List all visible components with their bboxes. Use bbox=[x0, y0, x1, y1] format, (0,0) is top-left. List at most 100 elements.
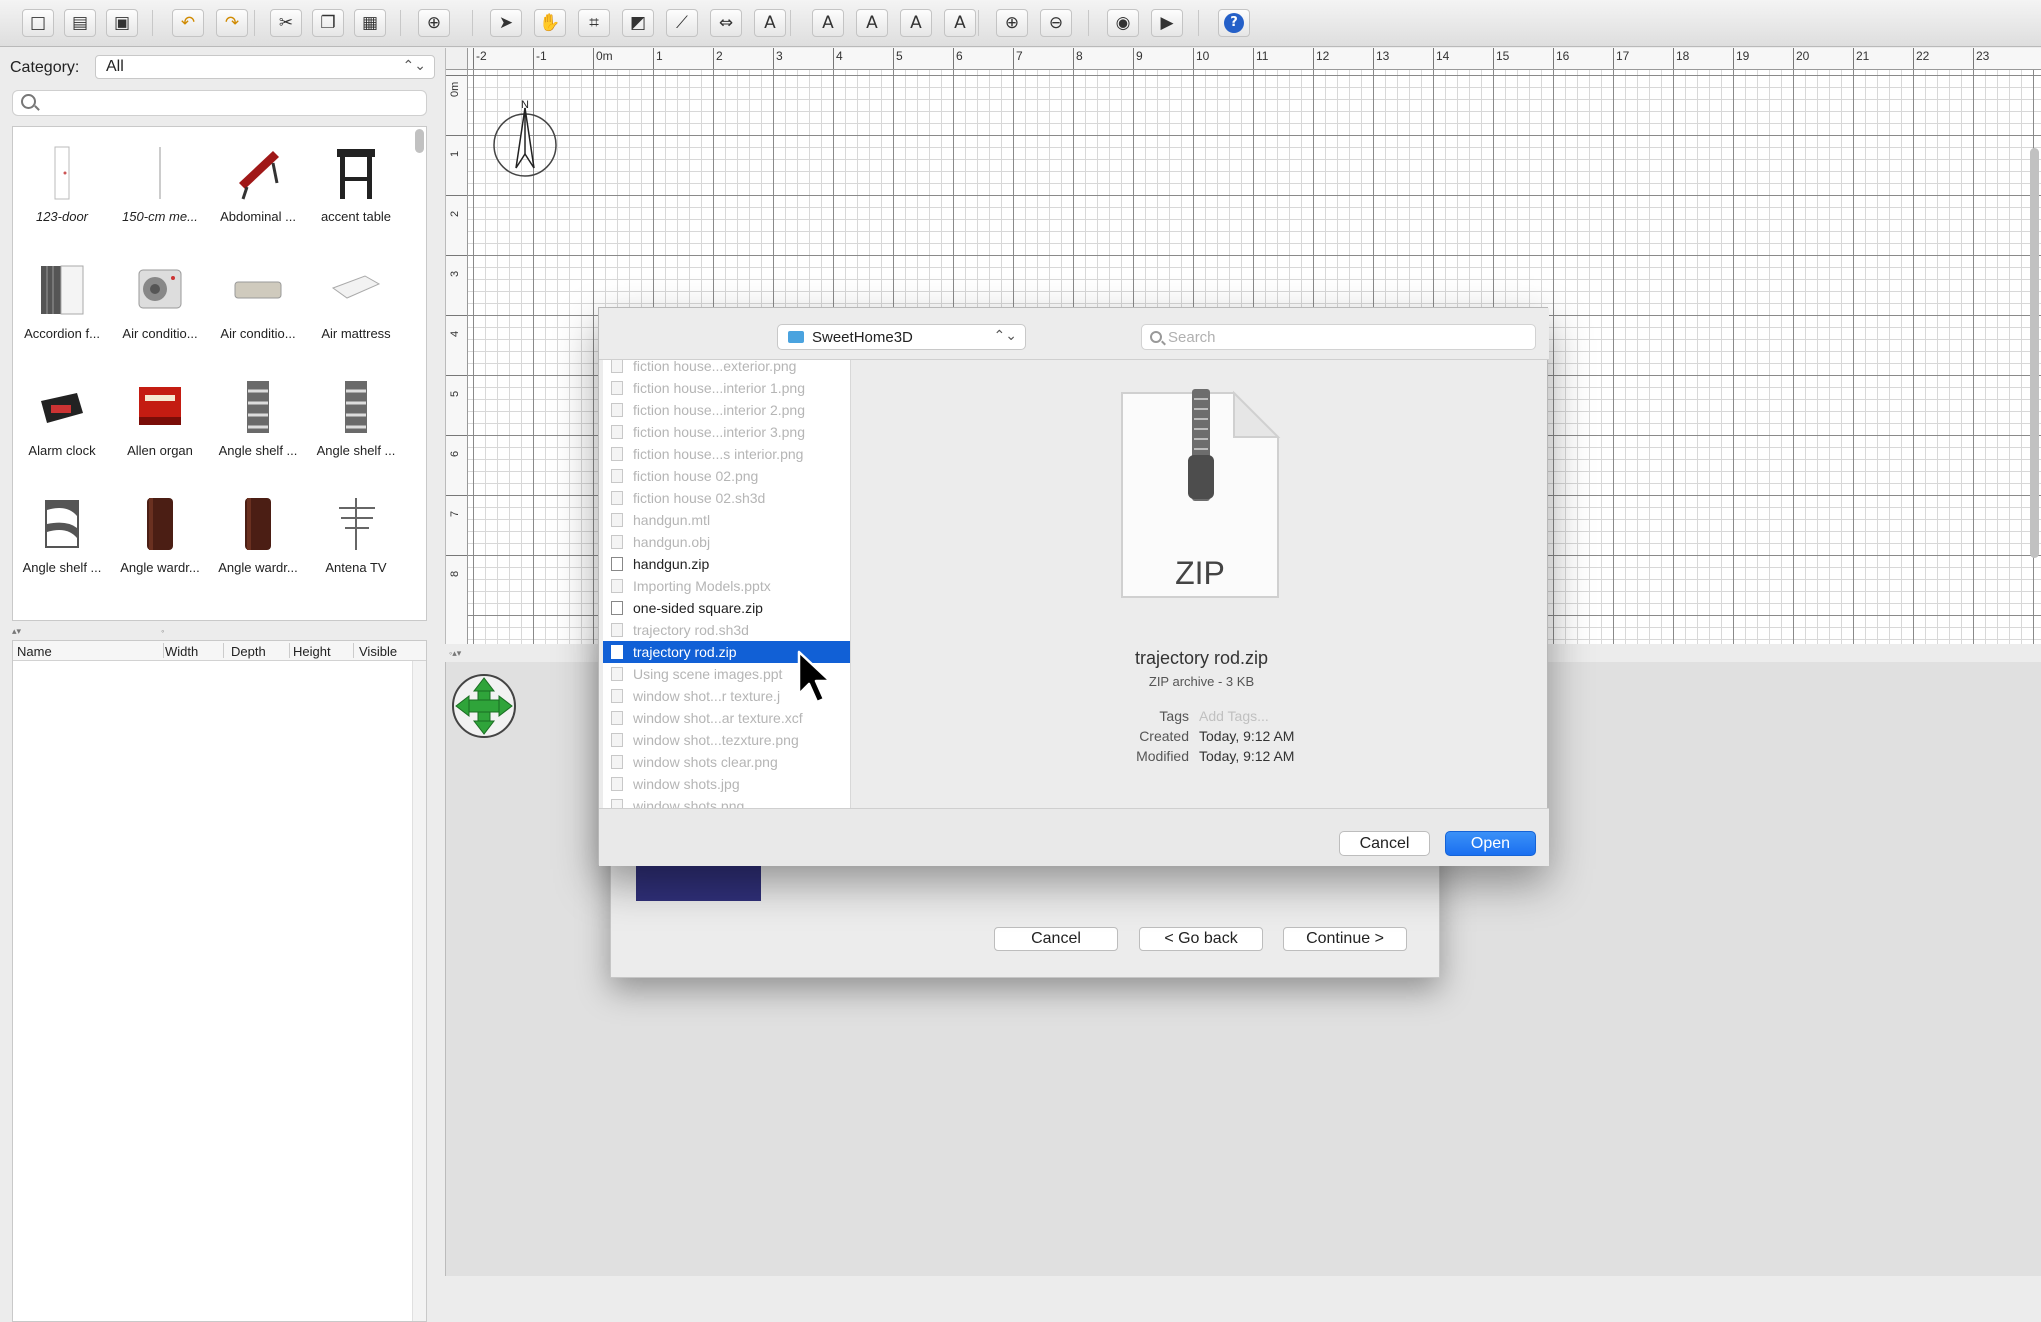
ruler-tick bbox=[1673, 48, 1674, 69]
catalog-item[interactable]: Air conditio... bbox=[209, 252, 307, 364]
create-video-button[interactable]: ▶ bbox=[1151, 9, 1183, 37]
ruler-corner bbox=[446, 48, 468, 70]
catalog-item[interactable]: Antena TV bbox=[307, 486, 405, 598]
pan-mode-icon: ✋ bbox=[539, 13, 561, 33]
folder-icon bbox=[788, 331, 804, 343]
furniture-table-scrollbar[interactable] bbox=[412, 661, 426, 1321]
open-button[interactable]: Open bbox=[1445, 831, 1536, 856]
catalog-item[interactable]: Angle shelf ... bbox=[209, 369, 307, 481]
wizard-back-button[interactable]: < Go back bbox=[1139, 927, 1263, 951]
copy-button[interactable]: ❐ bbox=[312, 9, 344, 37]
dialog-search-input[interactable]: Search bbox=[1141, 324, 1536, 350]
save-button[interactable]: ▣ bbox=[106, 9, 138, 37]
panel-splitter[interactable]: ▴▾ ◦ bbox=[12, 626, 427, 636]
column-name[interactable]: Name bbox=[17, 644, 52, 659]
catalog-item[interactable]: Angle wardr... bbox=[209, 486, 307, 598]
3d-navigation-arrows[interactable] bbox=[450, 672, 518, 740]
ruler-label: 4 bbox=[836, 49, 843, 63]
location-popup[interactable]: SweetHome3D ⌃⌄ bbox=[777, 324, 1026, 350]
furniture-table: Name Width Depth Height Visible bbox=[12, 640, 427, 1322]
wizard-continue-button[interactable]: Continue > bbox=[1283, 927, 1407, 951]
plan-scrollbar[interactable] bbox=[2030, 148, 2039, 558]
catalog-item[interactable]: Angle shelf ... bbox=[307, 369, 405, 481]
file-row[interactable]: one-sided square.zip bbox=[603, 597, 850, 619]
help-icon: ? bbox=[1224, 13, 1244, 33]
file-icon bbox=[611, 425, 623, 439]
file-row: trajectory rod.sh3d bbox=[603, 619, 850, 641]
pan-mode-button[interactable]: ✋ bbox=[534, 9, 566, 37]
create-walls-button[interactable]: ⌗ bbox=[578, 9, 610, 37]
file-row[interactable]: handgun.zip bbox=[603, 553, 850, 575]
create-polylines-icon: ⟋ bbox=[676, 13, 688, 33]
file-icon bbox=[611, 557, 623, 571]
open-button[interactable]: ▤ bbox=[64, 9, 96, 37]
category-select[interactable]: All ⌃⌄ bbox=[95, 55, 435, 79]
column-height[interactable]: Height bbox=[293, 644, 331, 659]
cancel-button[interactable]: Cancel bbox=[1339, 831, 1430, 856]
file-icon bbox=[611, 360, 623, 373]
create-polylines-button[interactable]: ⟋ bbox=[666, 9, 698, 37]
meter-icon bbox=[135, 143, 185, 203]
column-depth[interactable]: Depth bbox=[231, 644, 266, 659]
catalog-item[interactable]: Air mattress bbox=[307, 252, 405, 364]
file-icon bbox=[611, 733, 623, 747]
ruler-tick bbox=[1493, 48, 1494, 69]
ruler-tick bbox=[1853, 48, 1854, 69]
catalog-item[interactable]: Accordion f... bbox=[13, 252, 111, 364]
create-photo-button[interactable]: ◉ bbox=[1107, 9, 1139, 37]
catalog-search-input[interactable] bbox=[12, 90, 427, 116]
ruler-tick bbox=[1013, 48, 1014, 69]
create-rooms-button[interactable]: ◩ bbox=[622, 9, 654, 37]
undo-button[interactable]: ↶ bbox=[172, 9, 204, 37]
column-width[interactable]: Width bbox=[165, 644, 198, 659]
file-name: fiction house...interior 3.png bbox=[633, 424, 805, 440]
help-button[interactable]: ? bbox=[1218, 9, 1250, 37]
ruler-tick bbox=[446, 135, 467, 136]
catalog-item[interactable]: accent table bbox=[307, 135, 405, 247]
bench-icon bbox=[233, 143, 283, 203]
paste-button[interactable]: ▦ bbox=[354, 9, 386, 37]
open-icon: ▤ bbox=[71, 13, 89, 33]
tags-input[interactable]: Add Tags... bbox=[1199, 708, 1269, 724]
splitter-arrows-icon: ◦▴▾ bbox=[449, 648, 462, 658]
bold-text-button[interactable]: A bbox=[900, 9, 932, 37]
increase-text-size-button[interactable]: A bbox=[812, 9, 844, 37]
select-mode-button[interactable]: ➤ bbox=[490, 9, 522, 37]
new-home-button[interactable]: □ bbox=[22, 9, 54, 37]
ruler-label: 19 bbox=[1736, 49, 1750, 63]
catalog-item[interactable]: Angle wardr... bbox=[111, 486, 209, 598]
catalog-scrollbar[interactable] bbox=[415, 129, 424, 153]
add-text-button[interactable]: A bbox=[754, 9, 786, 37]
catalog-item[interactable]: Alarm clock bbox=[13, 369, 111, 481]
paste-icon: ▦ bbox=[361, 13, 379, 33]
redo-button[interactable]: ↷ bbox=[216, 9, 248, 37]
file-list: fiction house...exterior.png fiction hous… bbox=[603, 360, 851, 808]
compass-rose[interactable]: N bbox=[492, 100, 558, 180]
ruler-label: 22 bbox=[1916, 49, 1930, 63]
compass-north-label: N bbox=[521, 100, 529, 111]
zoom-in-button[interactable]: ⊕ bbox=[996, 9, 1028, 37]
file-name: handgun.mtl bbox=[633, 512, 711, 528]
modified-key: Modified bbox=[1136, 748, 1189, 764]
catalog-item[interactable]: Allen organ bbox=[111, 369, 209, 481]
italic-text-button[interactable]: A bbox=[944, 9, 976, 37]
file-preview: ZIP trajectory rod.zip ZIP archive - 3 K… bbox=[854, 360, 1549, 808]
catalog-item[interactable]: Angle shelf ... bbox=[13, 486, 111, 598]
zoom-out-button[interactable]: ⊖ bbox=[1040, 9, 1072, 37]
toolbar-separator bbox=[152, 10, 153, 36]
cut-button[interactable]: ✂ bbox=[270, 9, 302, 37]
catalog-item[interactable]: 123-door bbox=[13, 135, 111, 247]
ruler-label: 10 bbox=[1196, 49, 1210, 63]
column-visible[interactable]: Visible bbox=[359, 644, 397, 659]
file-name: window shots.png bbox=[633, 798, 745, 808]
create-dimensions-button[interactable]: ⇔ bbox=[710, 9, 742, 37]
ruler-tick bbox=[1913, 48, 1914, 69]
catalog-item[interactable]: Abdominal ... bbox=[209, 135, 307, 247]
catalog-item[interactable]: 150-cm me... bbox=[111, 135, 209, 247]
wizard-cancel-button[interactable]: Cancel bbox=[994, 927, 1118, 951]
catalog-item[interactable]: Air conditio... bbox=[111, 252, 209, 364]
ruler-label: 9 bbox=[1136, 49, 1143, 63]
door-icon bbox=[37, 143, 87, 203]
decrease-text-size-button[interactable]: A bbox=[856, 9, 888, 37]
add-furniture-button[interactable]: ⊕ bbox=[418, 9, 450, 37]
